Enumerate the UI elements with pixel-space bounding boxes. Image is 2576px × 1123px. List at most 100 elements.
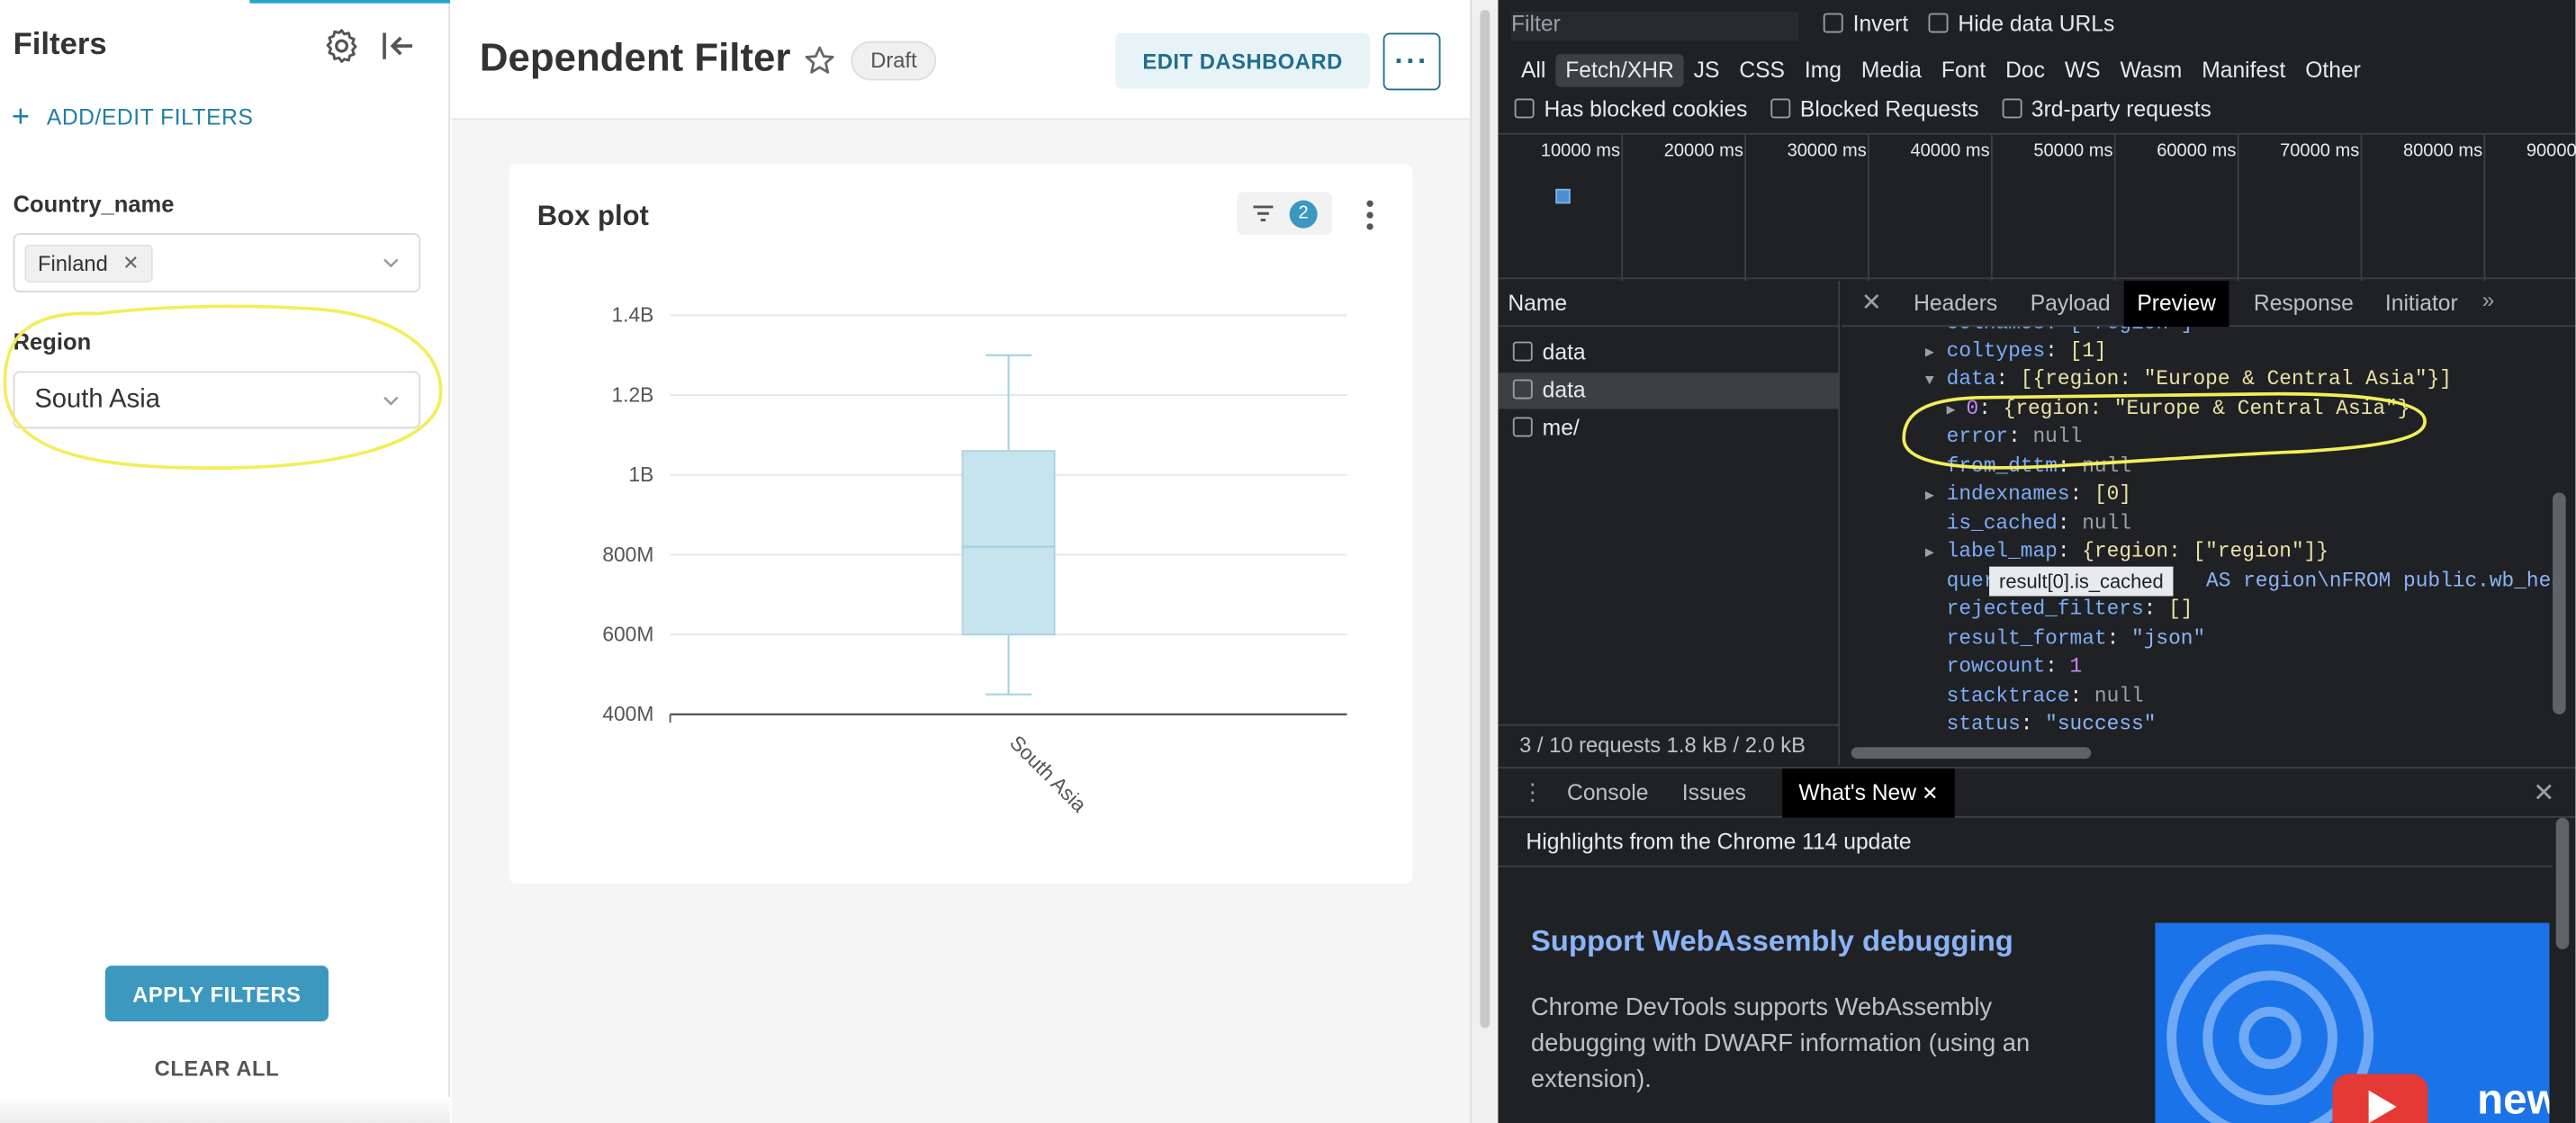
filter-checkbox[interactable]: 3rd-party requests: [2002, 97, 2211, 121]
remove-tag-icon[interactable]: ✕: [122, 247, 139, 281]
invert-checkbox[interactable]: Invert: [1823, 12, 1908, 36]
tab-response[interactable]: Response: [2240, 281, 2366, 327]
tab-headers[interactable]: Headers: [1901, 281, 2011, 327]
checkbox-box[interactable]: [1514, 98, 1535, 119]
apply-filters-button[interactable]: APPLY FILTERS: [104, 966, 329, 1022]
horizontal-scrollbar[interactable]: [1851, 747, 2092, 759]
y-tick-label: 1B: [628, 463, 653, 486]
request-row[interactable]: data: [1498, 373, 1840, 409]
whats-new-title[interactable]: Support WebAssembly debugging: [1531, 924, 2013, 958]
scrollbar-thumb[interactable]: [1480, 9, 1491, 1029]
checkbox-box[interactable]: [1770, 98, 1790, 119]
checkbox-box[interactable]: [1823, 13, 1843, 33]
type-filter-manifest[interactable]: Manifest: [2192, 54, 2295, 87]
network-filter-input[interactable]: Filter: [1511, 11, 1799, 41]
gear-icon[interactable]: [322, 26, 362, 66]
collapse-panel-icon[interactable]: [378, 26, 418, 66]
type-filter-other[interactable]: Other: [2295, 54, 2371, 87]
json-line: coltypes: [1]: [1946, 339, 2107, 364]
accent-bar: [249, 0, 451, 4]
devtools-drawer: ⋮ ✕ Console Issues What's New ✕ Highlights…: [1498, 767, 2576, 1123]
checkbox-box[interactable]: [2002, 98, 2022, 119]
edit-dashboard-button[interactable]: EDIT DASHBOARD: [1115, 32, 1371, 89]
clear-all-button[interactable]: CLEAR ALL: [105, 1056, 329, 1080]
type-filter-font[interactable]: Font: [1932, 54, 1995, 87]
plus-icon: +: [11, 100, 31, 135]
chart-menu-icon[interactable]: [1362, 197, 1378, 233]
close-icon[interactable]: ✕: [2533, 777, 2554, 810]
expand-triangle-icon[interactable]: ▶: [1925, 488, 1934, 504]
vertical-scrollbar[interactable]: [2553, 492, 2566, 714]
network-timeline[interactable]: 10000 ms 20000 ms 30000 ms 40000 ms 50000 ms…: [1498, 132, 2576, 282]
type-filter-media[interactable]: Media: [1851, 54, 1932, 87]
request-row[interactable]: data: [1498, 335, 1840, 371]
y-tick-label: 1.2B: [611, 382, 653, 406]
whats-new-thumbnail[interactable]: new: [2155, 922, 2550, 1123]
add-edit-filters-label: ADD/EDIT FILTERS: [46, 104, 254, 130]
collapse-triangle-icon[interactable]: ▼: [1925, 373, 1934, 389]
checkbox-box[interactable]: [1928, 13, 1949, 33]
timeline-gridline: [1868, 134, 1869, 282]
timeline-gridline: [2237, 134, 2239, 282]
devtools-panel: Filter Invert Hide data URLs All Fetch/XH…: [1498, 0, 2576, 1123]
timeline-gridline: [1621, 134, 1624, 282]
box-iqr: [961, 450, 1056, 636]
checkbox-box[interactable]: [1512, 341, 1533, 362]
timeline-tick-label: 30000 ms: [1787, 140, 1867, 161]
y-tick-label: 800M: [602, 543, 653, 566]
drawer-menu-icon[interactable]: ⋮: [1521, 778, 1545, 806]
request-name: me/: [1542, 415, 1580, 441]
type-filter-css[interactable]: CSS: [1729, 54, 1795, 87]
request-summary: 3 / 10 requests 1.8 kB / 2.0 kB: [1498, 723, 1840, 764]
add-edit-filters-button[interactable]: + ADD/EDIT FILTERS: [12, 102, 254, 133]
property-path-tooltip: result[0].is_cached: [1989, 566, 2174, 597]
thumbnail-text: new: [2477, 1074, 2549, 1123]
timeline-tick-label: 60000 ms: [2157, 140, 2237, 161]
json-line: stacktrace: null: [1946, 685, 2144, 708]
chart-card: Box plot 2 400M 600M 800M 1B 1.2B 1.4B South A…: [509, 164, 1413, 884]
json-preview: colnames: ["region"] ▶ coltypes: [1] ▼ d…: [1842, 327, 2564, 742]
timeline-tick-label: 50000 ms: [2033, 140, 2113, 161]
close-icon[interactable]: ✕: [1861, 287, 1882, 317]
drawer-tab-console[interactable]: Console: [1551, 768, 1665, 818]
type-filter-fetchxhr[interactable]: Fetch/XHR: [1555, 54, 1684, 87]
type-filter-js[interactable]: JS: [1684, 54, 1730, 87]
type-filter-img[interactable]: Img: [1795, 54, 1851, 87]
type-filter-wasm[interactable]: Wasm: [2110, 54, 2192, 87]
more-tabs-icon[interactable]: »: [2482, 287, 2495, 311]
expand-triangle-icon[interactable]: ▶: [1925, 545, 1934, 562]
json-line: result_format: "json": [1946, 627, 2206, 651]
more-options-button[interactable]: ···: [1383, 32, 1441, 91]
json-line: is_cached: null: [1946, 512, 2132, 535]
filter-placeholder: Filter: [1511, 11, 1561, 37]
type-filter-ws[interactable]: WS: [2055, 54, 2111, 87]
filter-checkbox[interactable]: Has blocked cookies: [1514, 97, 1747, 121]
country-select[interactable]: Finland ✕: [13, 233, 421, 292]
drawer-tab-issues[interactable]: Issues: [1666, 768, 1763, 818]
tab-preview[interactable]: Preview: [2123, 281, 2229, 328]
filter-checkbox-label: 3rd-party requests: [2031, 96, 2211, 122]
applied-filters-indicator[interactable]: 2: [1237, 192, 1333, 235]
type-filter-all[interactable]: All: [1511, 54, 1555, 87]
close-tab-icon[interactable]: ✕: [1916, 782, 1938, 805]
hide-data-urls-checkbox[interactable]: Hide data URLs: [1928, 12, 2114, 36]
whats-new-content: Support WebAssembly debugging Chrome Dev…: [1498, 865, 2553, 1123]
checkbox-box[interactable]: [1512, 417, 1533, 437]
json-line: label_map: {region: ["region"]}: [1946, 540, 2329, 563]
checkbox-box[interactable]: [1512, 379, 1533, 400]
request-row[interactable]: me/: [1498, 410, 1840, 446]
drawer-scrollbar[interactable]: [2555, 817, 2570, 949]
star-icon[interactable]: [803, 44, 836, 77]
x-tick-label: South Asia: [1005, 731, 1092, 817]
page-scrollbar[interactable]: [1470, 0, 1499, 1123]
tab-initiator[interactable]: Initiator: [2372, 281, 2471, 327]
timeline-request-marker: [1555, 188, 1571, 204]
name-column-header[interactable]: Name: [1498, 281, 1840, 328]
filter-checkbox-label: Blocked Requests: [1799, 96, 1979, 122]
drawer-tab-whatsnew[interactable]: What's New ✕: [1782, 768, 1955, 818]
type-filter-doc[interactable]: Doc: [1995, 54, 2055, 87]
detail-tabs: ✕ » Headers Payload Preview Response Initiat…: [1841, 281, 2576, 328]
filter-checkbox[interactable]: Blocked Requests: [1770, 97, 1978, 121]
expand-triangle-icon[interactable]: ▶: [1925, 345, 1934, 361]
tab-payload[interactable]: Payload: [2017, 281, 2123, 327]
